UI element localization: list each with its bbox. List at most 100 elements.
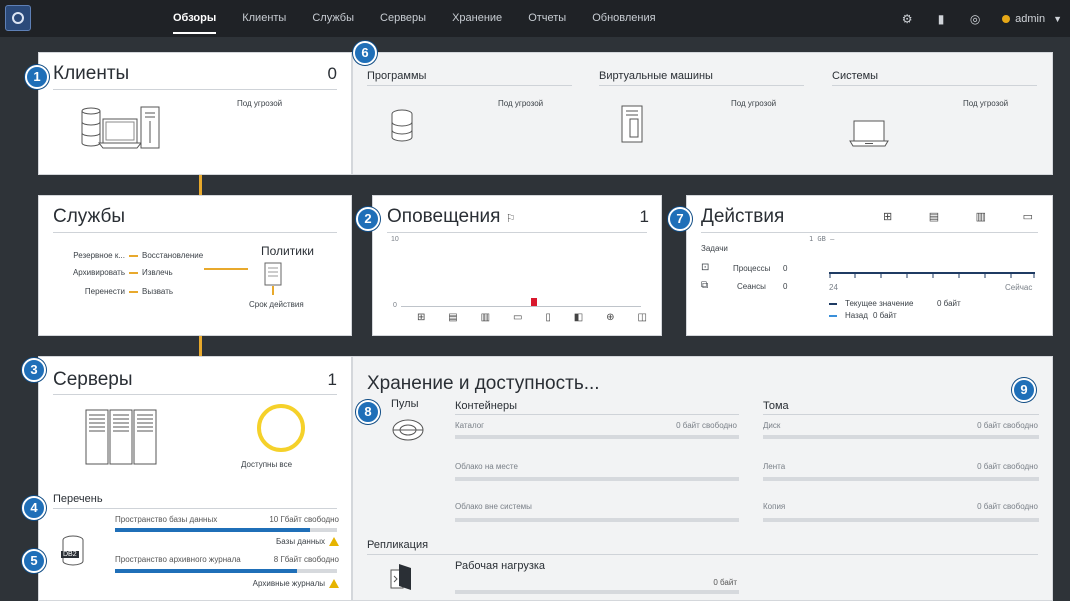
storage-title: Хранение и доступность...: [367, 373, 600, 394]
policy-link: [272, 286, 274, 295]
sessions-label[interactable]: Сеансы: [737, 282, 766, 291]
volume-tape-bar: [763, 477, 1039, 481]
db-space-label: Пространство базы данных: [115, 515, 218, 524]
db2-label: DB2: [61, 551, 79, 558]
user-avatar-icon: [1002, 14, 1011, 23]
help-icon[interactable]: ◎: [958, 12, 992, 26]
callout-badge-6: 6: [353, 41, 377, 65]
service-link: [129, 255, 138, 257]
servers-panel[interactable]: Серверы 1 Доступны все Перечень DB2 Прос…: [38, 356, 352, 601]
main-nav: Обзоры Клиенты Службы Серверы Хранение О…: [160, 0, 669, 37]
availability-ring[interactable]: [256, 403, 306, 453]
systems-title: Системы: [832, 70, 879, 82]
client-filter-icon[interactable]: ⊞: [883, 210, 892, 223]
servers-status: Доступны все: [241, 460, 293, 469]
tab-overview[interactable]: Обзоры: [160, 0, 229, 37]
tab-updates[interactable]: Обновления: [579, 0, 668, 37]
divider: [53, 394, 337, 395]
callout-badge-7: 7: [668, 207, 692, 231]
legend-back-value: 0 байт: [873, 311, 897, 320]
divider: [599, 85, 804, 86]
storage-panel[interactable]: Хранение и доступность... Пулы Контейнер…: [352, 356, 1053, 601]
tab-servers[interactable]: Серверы: [367, 0, 439, 37]
server-icon[interactable]: ▥: [481, 312, 490, 323]
bookmark-icon[interactable]: ▮: [924, 12, 958, 26]
service-backup[interactable]: Резервное к...: [53, 251, 125, 260]
volume-copy-label[interactable]: Копия: [763, 502, 785, 511]
actions-panel[interactable]: Действия ⊞ ▤ ▥ ▭ 1 GB – Задачи ⊡ Процесс…: [686, 195, 1053, 336]
pool-icon[interactable]: ⊕: [606, 312, 614, 323]
chevron-down-icon: ▼: [1053, 13, 1062, 24]
server-filter-icon[interactable]: ▥: [976, 210, 986, 223]
volume-tape-label[interactable]: Лента: [763, 462, 785, 471]
legend-current-label: Текущее значение: [845, 299, 914, 308]
service-migrate[interactable]: Перенести: [53, 287, 125, 296]
tab-storage[interactable]: Хранение: [439, 0, 515, 37]
actions-title: Действия: [701, 206, 785, 227]
actions-axis-right: Сейчас: [1005, 283, 1033, 292]
callout-badge-9: 9: [1012, 378, 1036, 402]
database-icon[interactable]: ▤: [448, 312, 457, 323]
laptop-filter-icon[interactable]: ▭: [1023, 210, 1033, 223]
divider: [763, 414, 1039, 415]
volume-copy-value: 0 байт свободно: [977, 502, 1038, 511]
laptop-icon[interactable]: ▭: [513, 312, 522, 323]
archive-warning[interactable]: Архивные журналы: [253, 579, 339, 589]
service-retrieve[interactable]: Извлечь: [142, 268, 173, 277]
workload-title: Рабочая нагрузка: [455, 560, 546, 572]
container-cloud-offsite-bar: [455, 518, 739, 522]
divider: [53, 232, 337, 233]
clients-devices-icon: [81, 106, 160, 149]
processes-value: 0: [783, 264, 788, 273]
volume-disk-value: 0 байт свободно: [977, 421, 1038, 430]
database-icon: [391, 109, 413, 142]
container-cloud-offsite-label[interactable]: Облако вне системы: [455, 502, 532, 511]
service-archive[interactable]: Архивировать: [53, 268, 125, 277]
container-cloud-onprem-label[interactable]: Облако на месте: [455, 462, 518, 471]
alerts-panel[interactable]: Оповещения ⚐ 1 10 0 ⊞ ▤ ▥ ▭ ▯ ◧ ⊕ ◫: [372, 195, 662, 336]
flow-connector: [199, 175, 202, 195]
service-restore[interactable]: Восстановление: [142, 251, 203, 260]
tab-services[interactable]: Службы: [299, 0, 367, 37]
tab-clients[interactable]: Клиенты: [229, 0, 299, 37]
protection-panel[interactable]: Программы Под угрозой Виртуальные машины…: [352, 52, 1053, 175]
database-filter-icon[interactable]: ▤: [929, 210, 939, 223]
volume-icon[interactable]: ◧: [574, 312, 583, 323]
archive-log-label: Пространство архивного журнала: [115, 555, 241, 564]
top-bar: Обзоры Клиенты Службы Серверы Хранение О…: [0, 0, 1070, 37]
legend-back-label: Назад: [845, 311, 868, 320]
services-title: Службы: [53, 206, 125, 227]
programs-status: Под угрозой: [498, 99, 544, 108]
volume-disk-label[interactable]: Диск: [763, 421, 780, 430]
policies-expiration[interactable]: Срок действия: [249, 300, 304, 309]
client-icon[interactable]: ⊞: [417, 312, 425, 323]
processes-label[interactable]: Процессы: [733, 264, 770, 273]
vm-title: Виртуальные машины: [599, 70, 713, 82]
alerts-y-min: 0: [393, 302, 397, 309]
warning-icon: [329, 537, 339, 547]
actions-filter-icons: ⊞ ▤ ▥ ▭: [883, 210, 1033, 223]
tab-reports[interactable]: Отчеты: [515, 0, 579, 37]
service-recall[interactable]: Вызвать: [142, 287, 173, 296]
user-name: admin: [1015, 12, 1046, 25]
db-space-fill: [115, 528, 311, 532]
app-logo-icon[interactable]: [5, 5, 31, 31]
container-cloud-onprem-bar: [455, 477, 739, 481]
container-catalog-label[interactable]: Каталог: [455, 421, 484, 430]
db-space-value: 10 Гбайт свободно: [269, 515, 339, 524]
alert-bar[interactable]: [531, 298, 537, 306]
tape-icon[interactable]: ◫: [637, 312, 646, 323]
systems-status: Под угрозой: [963, 99, 1009, 108]
callout-badge-3: 3: [22, 358, 46, 382]
db-warning[interactable]: Базы данных: [276, 537, 339, 547]
clients-panel[interactable]: Клиенты 0 Под угрозой: [38, 52, 352, 175]
callout-badge-4: 4: [22, 496, 46, 520]
service-link: [129, 272, 138, 274]
storage-icon[interactable]: ▯: [545, 312, 551, 323]
sessions-icon: ⧉: [701, 280, 709, 291]
settings-gear-icon[interactable]: ⚙: [890, 12, 924, 26]
services-panel[interactable]: Службы Резервное к... Восстановление Арх…: [38, 195, 352, 336]
user-menu[interactable]: admin ▼: [992, 13, 1070, 25]
alerts-category-icons: ⊞ ▤ ▥ ▭ ▯ ◧ ⊕ ◫: [417, 312, 647, 323]
workload-bar: [455, 590, 739, 594]
